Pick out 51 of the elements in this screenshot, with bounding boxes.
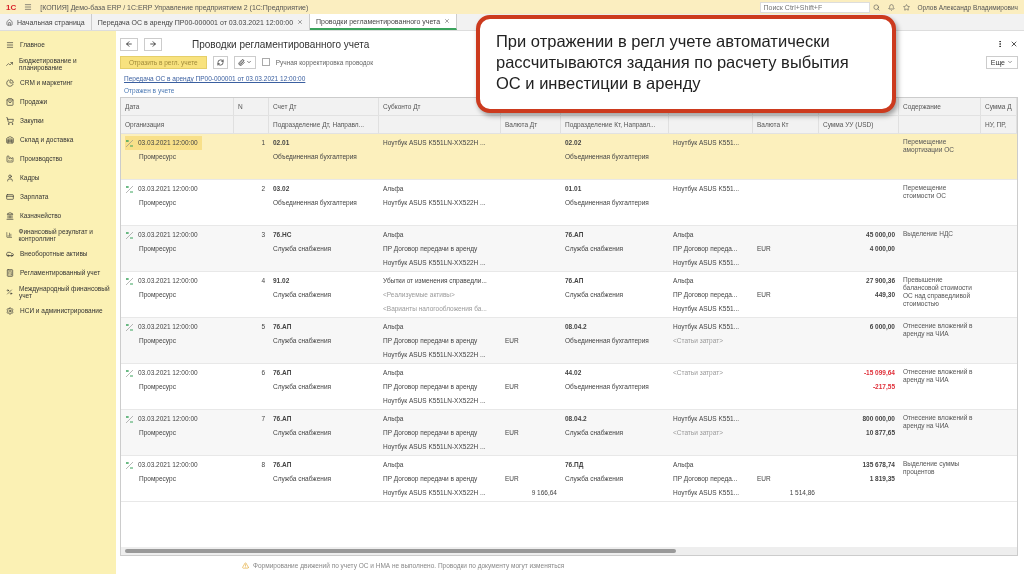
close-icon [1010, 40, 1018, 48]
posting-icon [125, 138, 135, 148]
section-icon [6, 173, 14, 182]
bell-icon [887, 3, 895, 11]
warning-icon [242, 561, 249, 569]
menu-icon [24, 3, 33, 11]
callout: При отражении в регл учете автоматически рассчитываются задания по расчету выбытия ОС и инвестиции в аренду [476, 15, 896, 113]
section-icon [6, 40, 14, 49]
close-icon [444, 18, 451, 24]
horizontal-scrollbar[interactable] [121, 547, 1017, 555]
posting-icon [125, 368, 135, 378]
table-row[interactable] [121, 318, 1017, 364]
section-icon [6, 268, 14, 277]
posting-icon [125, 230, 135, 240]
caret-icon [245, 59, 252, 65]
section-icon [6, 116, 14, 125]
forward-icon [149, 40, 157, 48]
posting-icon [125, 414, 135, 424]
star-icon [902, 3, 910, 11]
section-icon [6, 306, 14, 315]
section-icon [6, 287, 13, 296]
table-row[interactable] [121, 226, 1017, 272]
section-icon [6, 135, 14, 144]
back-button[interactable] [120, 37, 138, 51]
app-logo: 1С [6, 2, 17, 12]
form-title: Проводки регламентированного учета [192, 38, 370, 50]
manual-checkbox[interactable] [261, 58, 270, 66]
section-icon [6, 78, 14, 87]
posting-icon [125, 276, 135, 286]
more-icon [996, 40, 1004, 48]
back-icon [125, 40, 133, 48]
section-icon [6, 97, 14, 106]
section-icon [6, 211, 14, 220]
close-icon [297, 19, 304, 25]
home-icon [6, 18, 13, 26]
posting-icon [125, 184, 135, 194]
refresh-icon [216, 58, 224, 66]
section-icon [6, 192, 14, 201]
search-icon [872, 3, 880, 11]
clip-icon [237, 58, 245, 66]
forward-button[interactable] [144, 37, 162, 51]
posting-icon [125, 460, 135, 470]
section-icon [6, 59, 14, 68]
refresh-button[interactable] [212, 55, 228, 69]
posting-icon [125, 322, 135, 332]
section-icon [6, 249, 14, 258]
section-icon [6, 154, 14, 163]
section-icon [6, 230, 13, 239]
caret-icon [1007, 59, 1013, 65]
settings-dropdown[interactable] [233, 55, 256, 69]
table-row[interactable] [121, 410, 1017, 456]
